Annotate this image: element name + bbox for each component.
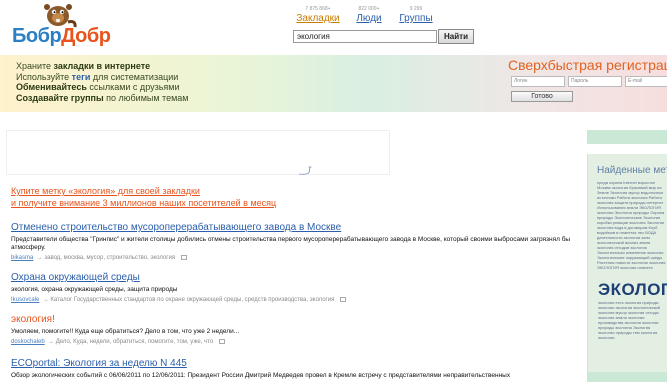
intro-line-3-bold: Обменивайтесь: [16, 82, 87, 92]
entry-user-link[interactable]: bikasma: [11, 255, 33, 261]
password-field[interactable]: Пароль: [568, 76, 622, 87]
tag-cloud-secondary[interactable]: экология есть экология природы экологии …: [598, 300, 667, 348]
intro-line-1-bold: закладки в интернете: [53, 61, 151, 71]
tag-cloud[interactable]: среда охрана Internet взрослое Москва эк…: [597, 180, 667, 272]
entry-meta: doskochaleb → Дело, Куда, недели, обрати…: [11, 339, 581, 345]
registration-title: Сверхбыстрая регистрация: [508, 57, 667, 73]
nav-count: 822 000+: [358, 6, 380, 12]
intro-line-2-bold: теги: [71, 71, 91, 82]
intro-line-4-bold: Создавайте группы: [16, 92, 104, 103]
buy-tag-link[interactable]: Купите метку «экология» для своей заклад…: [11, 185, 276, 197]
intro-line-1-pre: Храните: [16, 61, 54, 71]
intro-line-2: Используйте теги для систематизации: [16, 72, 188, 83]
entry-tags[interactable]: завод, москва, мусор, строительство, эко…: [44, 255, 175, 261]
nav-link-groups[interactable]: Группы: [398, 13, 434, 24]
entry-title-link[interactable]: Отменено строительство мусороперерабатыв…: [11, 222, 581, 233]
bookmark-entry: Охрана окружающей среды экология, охрана…: [11, 272, 581, 303]
entry-meta: bikasma → завод, москва, мусор, строител…: [11, 255, 581, 261]
buy-tag-promo: Купите метку «экология» для своей заклад…: [11, 185, 276, 209]
comment-icon[interactable]: [340, 297, 347, 302]
nav-item-people[interactable]: 822 000+ Люди: [356, 6, 382, 24]
entry-description: экология, охрана окружающей среды, защит…: [11, 286, 178, 293]
nav-link-people[interactable]: Люди: [356, 13, 382, 24]
entry-tags[interactable]: Дело, Куда, недели, обратиться, помогите…: [56, 339, 213, 345]
logo-part1: Бобр: [12, 25, 62, 47]
sidebar-heading: Найденные мет: [597, 165, 667, 176]
nav-link-bookmarks[interactable]: Закладки: [296, 13, 340, 24]
login-field[interactable]: Логин: [511, 76, 565, 87]
nav-item-groups[interactable]: 9 299 Группы: [398, 6, 434, 24]
bookmark-entry: ECOportal: Экология за неделю N 445 Обзо…: [11, 358, 581, 380]
intro-line-3: Обменивайтесь ссылками с друзьями: [16, 82, 188, 93]
search-button[interactable]: Найти: [438, 29, 474, 44]
intro-line-2-pre: Используйте: [16, 71, 72, 82]
intro-band: Храните закладки в интернете Используйте…: [0, 55, 667, 112]
sidebar-bottom-bar: [587, 372, 667, 382]
nav-count: 7 875 868+: [305, 6, 331, 12]
logo-text: БобрДобр: [12, 25, 111, 48]
entry-user-link[interactable]: Ikusovcale: [11, 297, 39, 303]
intro-line-4: Создавайте группы по любимым темам: [16, 93, 188, 104]
register-button[interactable]: Готово: [511, 91, 573, 102]
intro-line-2-post: для систематизации: [90, 71, 179, 82]
sidebar-top-bar: [587, 130, 667, 144]
comment-icon[interactable]: [180, 255, 187, 260]
bookmark-entry: экология! Умоляем, помогите!! Куда еще о…: [11, 314, 581, 345]
entry-user-link[interactable]: doskochaleb: [11, 339, 45, 345]
intro-text: Храните закладки в интернете Используйте…: [16, 61, 188, 103]
search-input[interactable]: экология: [293, 30, 437, 43]
entry-title-link[interactable]: ECOportal: Экология за неделю N 445: [11, 358, 581, 369]
intro-line-4-post: по любимым темам: [103, 92, 189, 103]
entry-description: Обзор экологических событий с 06/06/2011…: [11, 372, 511, 379]
bookmark-entry: Отменено строительство мусороперерабатыв…: [11, 222, 581, 261]
entry-description: Умоляем, помогите!! Куда еще обратиться?…: [11, 328, 240, 335]
intro-line-1: Храните закладки в интернете: [16, 61, 188, 72]
entry-description: Представители общества "Гринпис" и жител…: [11, 236, 571, 251]
logo-part2: Добр: [61, 25, 111, 47]
ad-banner[interactable]: [6, 130, 390, 175]
nav-count: 9 299: [409, 6, 423, 12]
intro-line-3-post: ссылками с друзьями: [86, 82, 180, 92]
tag-cloud-big-tag[interactable]: ЭКОЛОГИ: [598, 280, 667, 300]
logo[interactable]: БобрДобр: [10, 0, 120, 52]
ad-marker-icon: [298, 166, 312, 175]
entry-tags[interactable]: Каталог Государственных стандартов по ох…: [50, 297, 334, 303]
nav-item-bookmarks[interactable]: 7 875 868+ Закладки: [296, 6, 340, 24]
beaver-mascot-icon: [44, 4, 77, 28]
email-field[interactable]: E-mail: [625, 76, 667, 87]
header: БобрДобр 7 875 868+ Закладки 822 000+ Лю…: [0, 0, 667, 55]
entry-title-link[interactable]: Охрана окружающей среды: [11, 272, 581, 283]
audience-link[interactable]: и получите внимание 3 миллионов наших по…: [11, 197, 276, 209]
comment-icon[interactable]: [218, 339, 225, 344]
entry-title-link[interactable]: экология!: [11, 314, 581, 325]
entry-meta: Ikusovcale → Каталог Государственных ста…: [11, 297, 581, 303]
